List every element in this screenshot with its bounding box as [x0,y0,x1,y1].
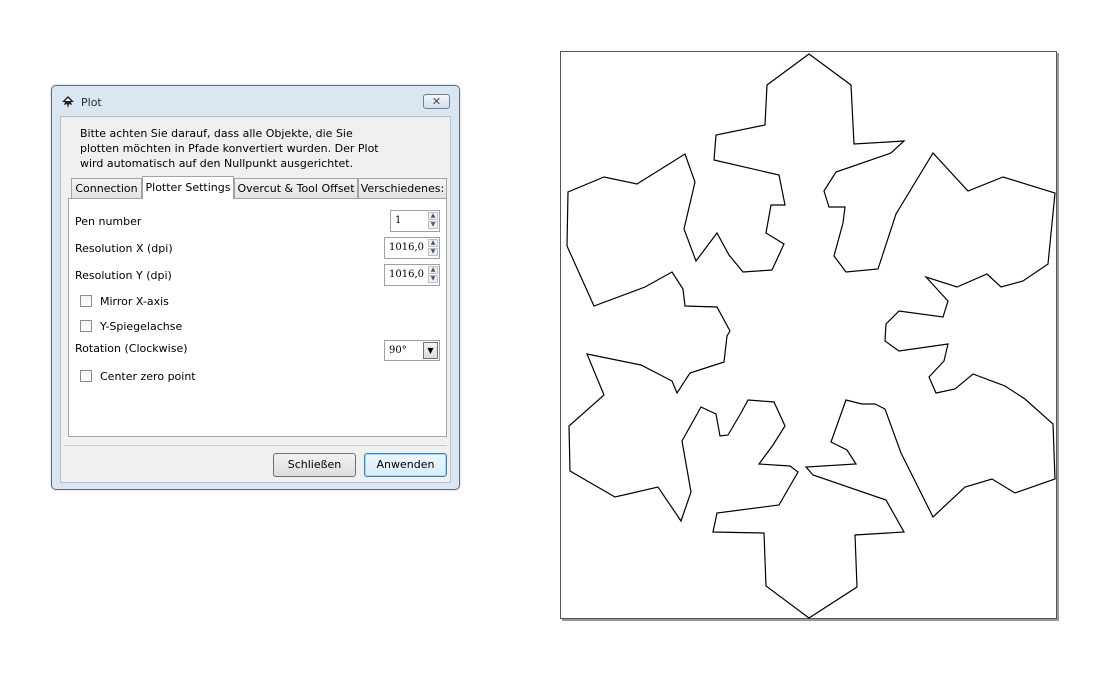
spin-down-icon[interactable]: ▼ [428,275,438,283]
tab-label: Verschiedenes: [360,182,445,195]
spin-down-icon[interactable]: ▼ [428,221,438,229]
apply-button-label: Anwenden [376,458,435,471]
rotation-value: 90° [389,345,407,356]
dialog-titlebar[interactable]: Plot ✕ [52,86,459,116]
pen-number-value: 1 [395,215,402,226]
close-button-label: Schließen [287,458,342,471]
tab-plotter-settings[interactable]: Plotter Settings [142,176,234,199]
spin-down-icon[interactable]: ▼ [428,248,438,256]
resolution-y-label: Resolution Y (dpi) [75,269,172,282]
tab-label: Overcut & Tool Offset [237,182,355,195]
mirror-x-checkbox[interactable] [80,295,92,307]
spin-arrows[interactable]: ▲ ▼ [428,212,438,230]
spin-up-icon[interactable]: ▲ [428,212,438,220]
pen-number-label: Pen number [75,215,142,228]
resolution-y-spinbox[interactable]: 1016,0 ▲ ▼ [384,264,440,286]
close-icon: ✕ [431,95,442,108]
resolution-x-label: Resolution X (dpi) [75,242,173,255]
pen-number-spinbox[interactable]: 1 ▲ ▼ [390,210,440,232]
dialog-title: Plot [81,96,102,109]
plotter-settings-panel: Pen number 1 ▲ ▼ Resolution X (dpi) 1016… [68,198,447,437]
resolution-y-value: 1016,0 [389,269,424,280]
divider [64,445,447,446]
spin-arrows[interactable]: ▲ ▼ [428,266,438,284]
rotation-label: Rotation (Clockwise) [75,342,188,355]
tab-verschiedenes[interactable]: Verschiedenes: [358,178,447,198]
close-button[interactable]: Schließen [273,453,356,477]
tab-strip: Connection Plotter Settings Overcut & To… [71,176,447,199]
snowflake-drawing[interactable] [561,52,1058,620]
chevron-down-icon[interactable]: ▼ [423,342,438,359]
tab-label: Plotter Settings [145,181,231,194]
tab-connection[interactable]: Connection [71,178,142,198]
center-zero-label: Center zero point [100,370,196,383]
rotation-select[interactable]: 90° ▼ [384,340,440,361]
document-page [560,51,1057,619]
resolution-x-spinbox[interactable]: 1016,0 ▲ ▼ [384,237,440,259]
close-window-button[interactable]: ✕ [423,94,450,109]
resolution-x-value: 1016,0 [389,242,424,253]
tab-label: Connection [75,182,138,195]
plot-dialog: Plot ✕ Bitte achten Sie darauf, dass all… [51,85,460,490]
apply-button[interactable]: Anwenden [364,453,447,477]
mirror-y-checkbox[interactable] [80,320,92,332]
spin-up-icon[interactable]: ▲ [428,266,438,274]
spin-arrows[interactable]: ▲ ▼ [428,239,438,257]
mirror-x-label: Mirror X-axis [100,295,169,308]
spin-up-icon[interactable]: ▲ [428,239,438,247]
mirror-y-label: Y-Spiegelachse [100,320,183,333]
dialog-body: Bitte achten Sie darauf, dass alle Objek… [60,116,451,483]
tab-overcut-tool-offset[interactable]: Overcut & Tool Offset [234,178,358,198]
inkscape-icon [62,96,74,108]
info-text: Bitte achten Sie darauf, dass alle Objek… [80,127,379,170]
center-zero-checkbox[interactable] [80,370,92,382]
snowflake-path [566,53,1056,619]
